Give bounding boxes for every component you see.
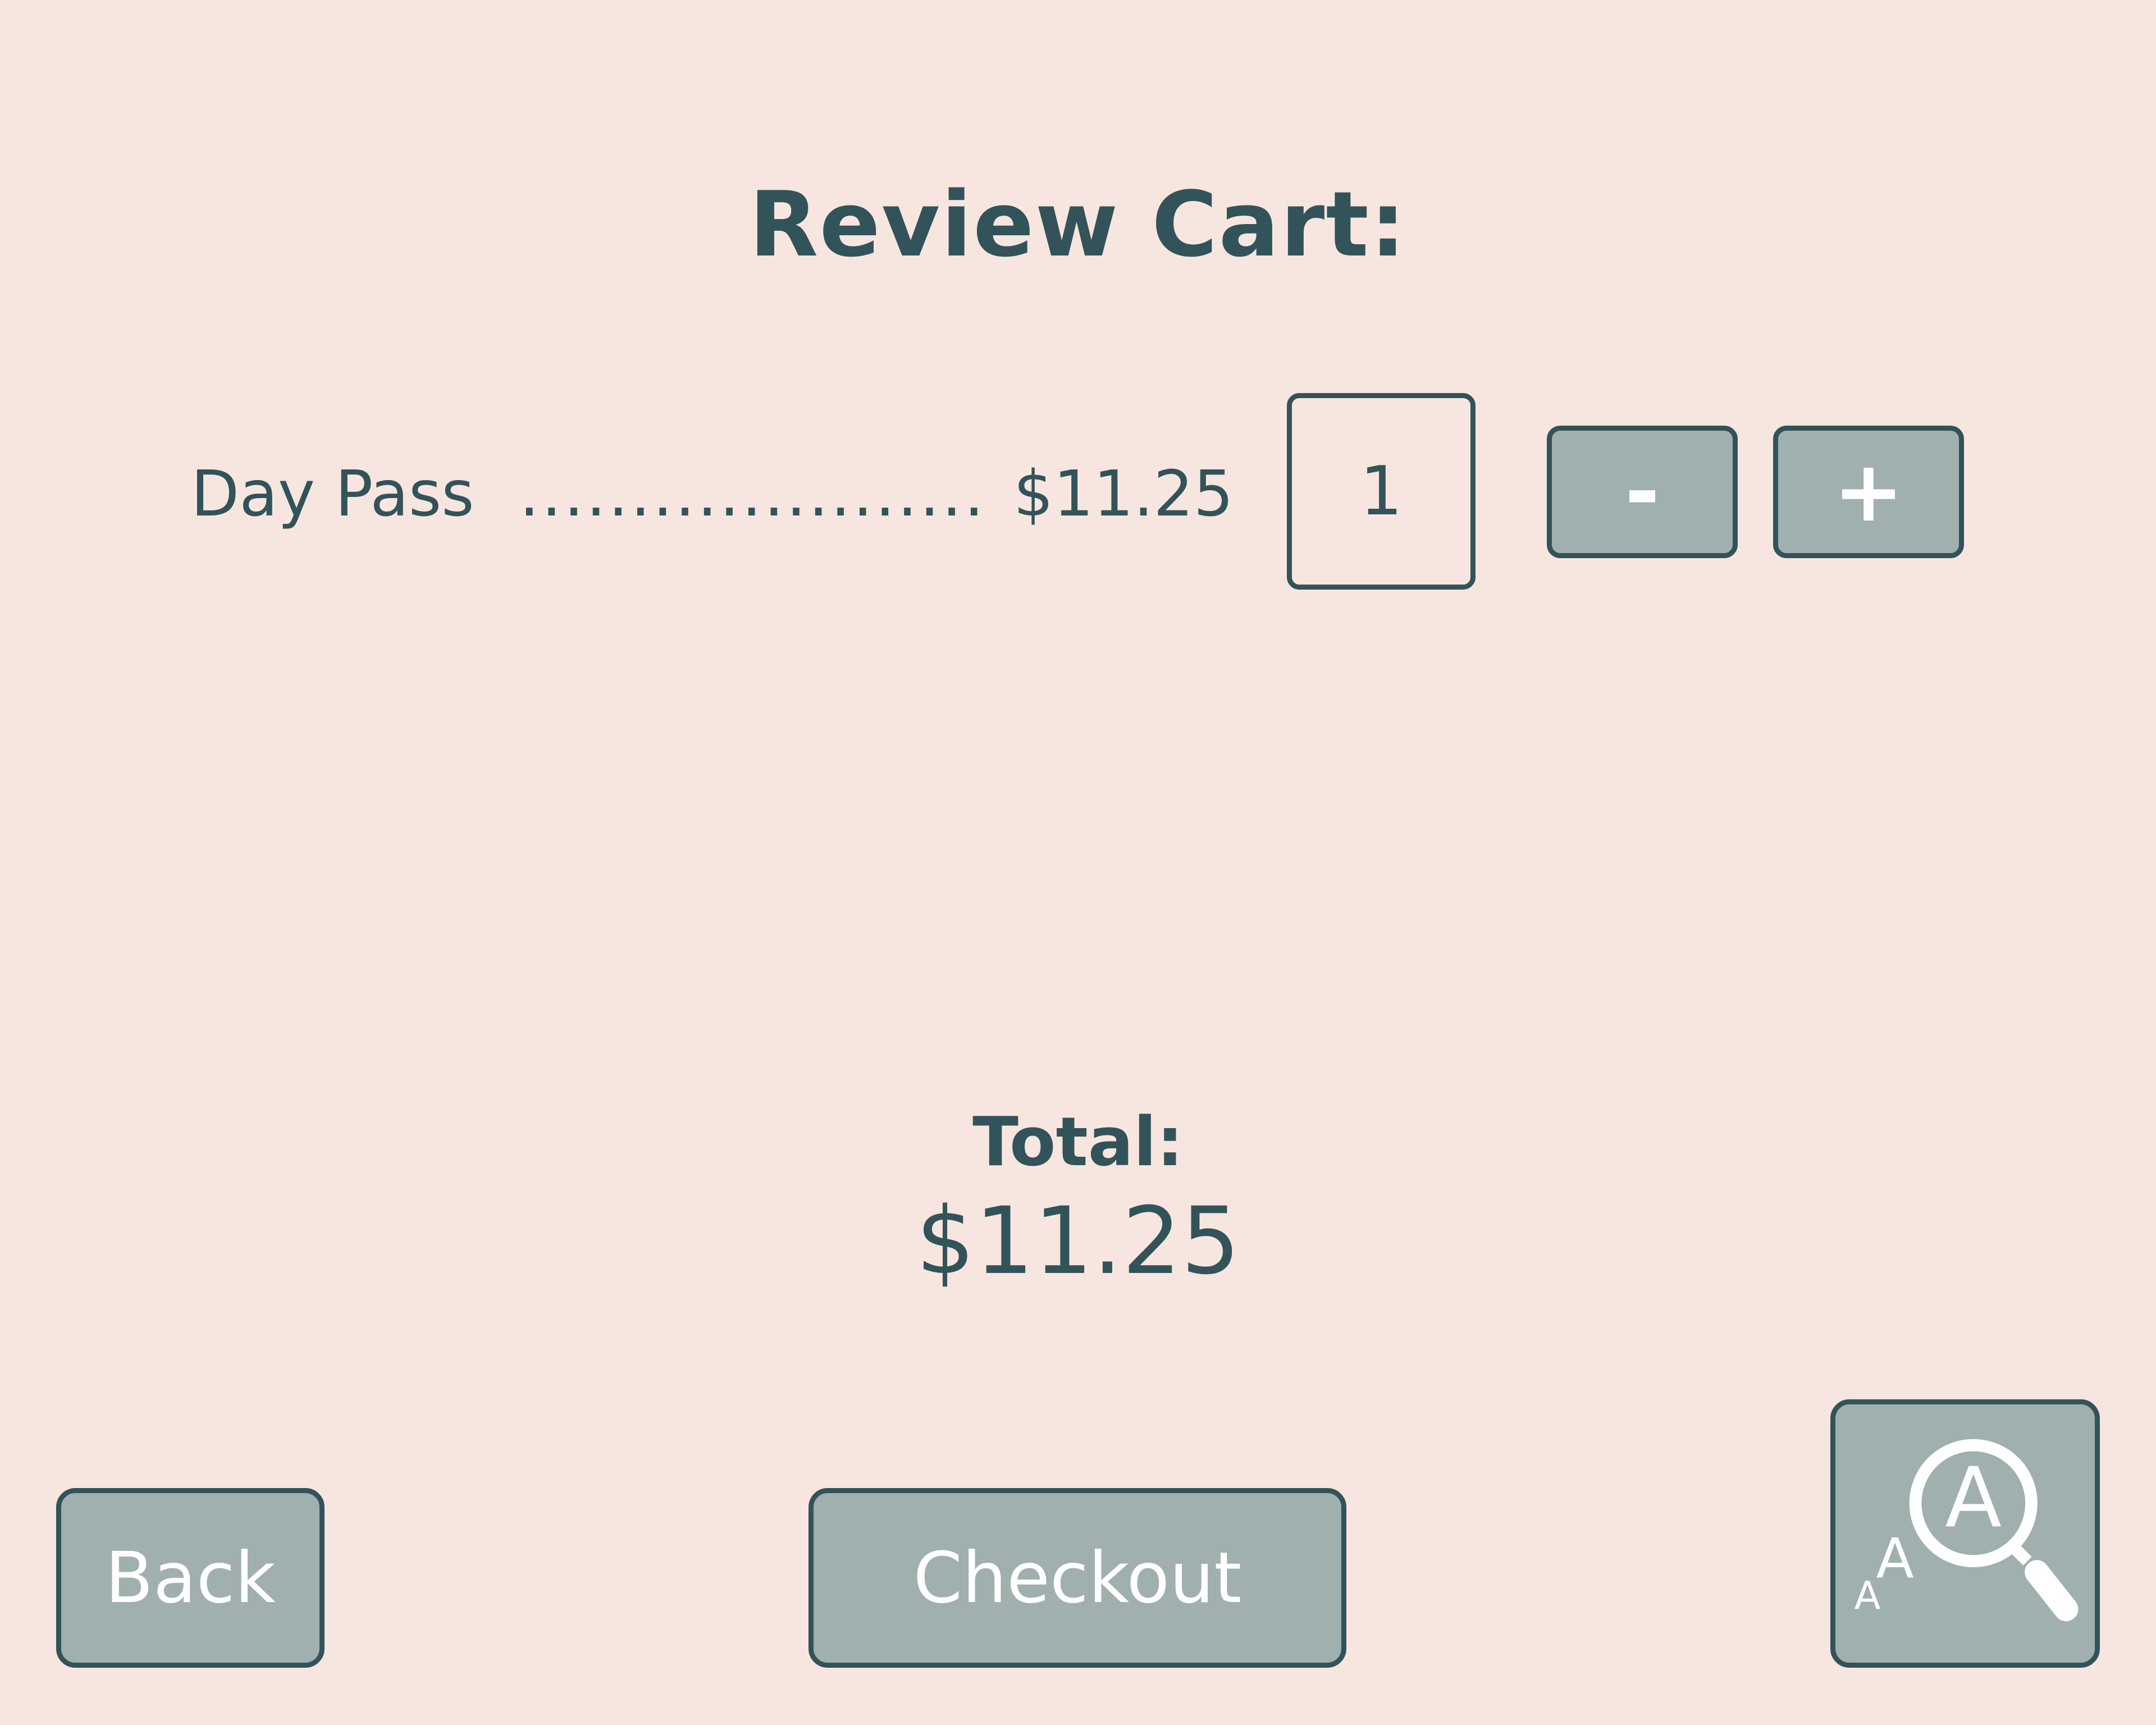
medium-a-glyph: A [1876,1527,1914,1591]
plus-label: + [1833,443,1904,541]
minus-label: - [1624,443,1660,541]
page-title: Review Cart: [749,172,1407,277]
large-a-glyph: A [1945,1449,2002,1546]
decrement-quantity-button[interactable]: - [1547,426,1738,558]
small-a-glyph: A [1854,1574,1880,1619]
checkout-button-label: Checkout [913,1537,1242,1619]
increment-quantity-button[interactable]: + [1773,426,1964,558]
back-button[interactable]: Back [56,1488,325,1668]
cart-item-name: Day Pass [191,458,474,531]
total-value: $11.25 [916,1187,1240,1295]
quantity-field[interactable]: 1 [1287,393,1476,590]
total-label: Total: [972,1103,1184,1181]
cart-item-price: $11.25 [1013,458,1234,531]
text-size-magnifier-icon: A A A [1854,1439,2079,1622]
cart-item-leader-dots: .......................... [519,458,980,531]
back-button-label: Back [105,1537,276,1619]
checkout-button[interactable]: Checkout [808,1488,1346,1668]
text-size-button[interactable]: A A A [1830,1399,2100,1668]
quantity-value: 1 [1359,452,1403,531]
